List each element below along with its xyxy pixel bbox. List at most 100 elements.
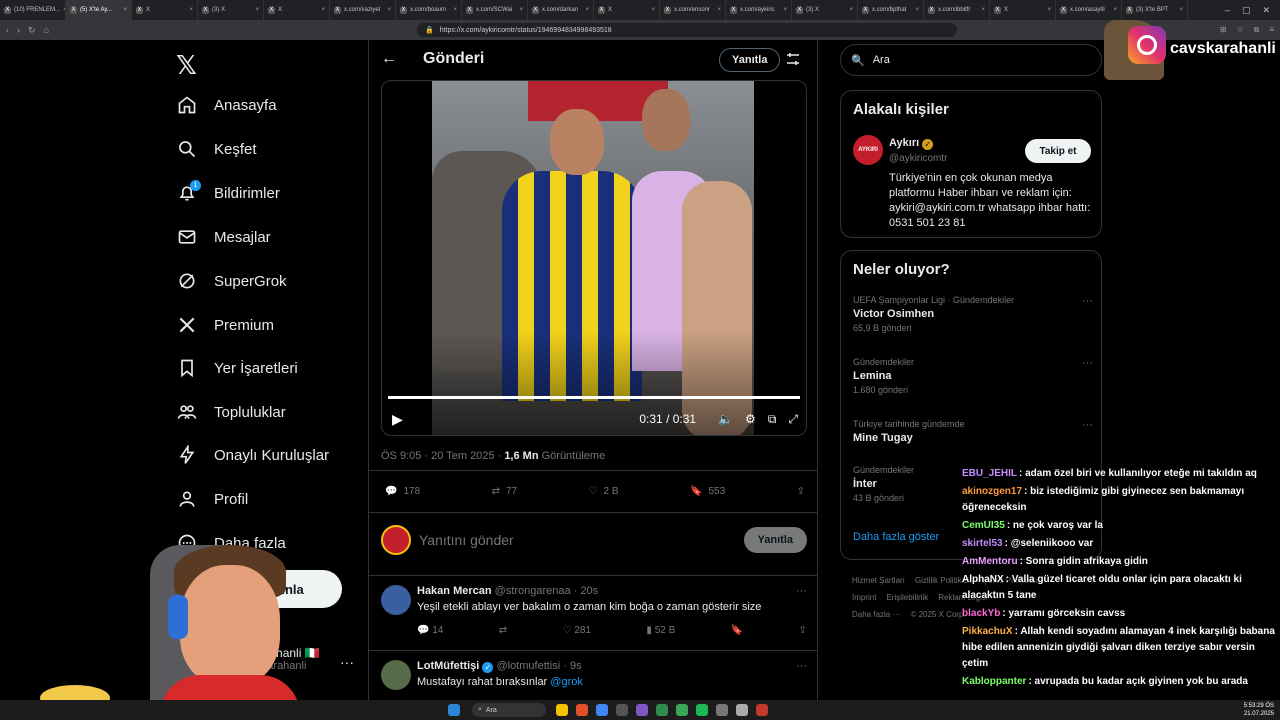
browser-tab[interactable]: X X × [264, 0, 330, 20]
related-name[interactable]: Aykırı ✓ [889, 137, 934, 150]
close-icon[interactable]: × [1179, 7, 1183, 13]
video-progress-bar[interactable] [388, 396, 800, 399]
windows-start-icon[interactable] [448, 704, 460, 716]
close-icon[interactable]: × [321, 7, 325, 13]
volume-icon[interactable]: 🔈 [718, 412, 733, 426]
close-icon[interactable]: × [1113, 7, 1117, 13]
sidebar-item[interactable]: Onaylı Kuruluşlar [176, 440, 329, 470]
footer-link[interactable]: © 2025 X Corp. [910, 610, 965, 619]
browser-tab[interactable]: Xx.com/SCWai × [462, 0, 528, 20]
picture-in-picture-icon[interactable]: ⧉ [768, 412, 777, 427]
reply-author-name[interactable]: Hakan Mercan [417, 585, 492, 597]
sidebar-item[interactable]: Topluluklar [176, 397, 286, 427]
browser-tab[interactable]: X (3) X × [792, 0, 858, 20]
trend-item[interactable]: UEFA Şampiyonlar Ligi · Gündemdekiler Vic… [853, 295, 1093, 333]
post-timestamp[interactable]: ÖS 9:05 · 20 Tem 2025 · [381, 450, 504, 462]
x-logo-icon[interactable]: 𝕏 [176, 50, 197, 81]
footer-link[interactable]: Imprint [852, 593, 876, 602]
avatar[interactable] [381, 660, 411, 690]
taskbar-app-icon[interactable] [756, 704, 768, 716]
taskbar-app-icon[interactable] [636, 704, 648, 716]
browser-tab[interactable]: X X × [132, 0, 198, 20]
browser-tab[interactable]: X (3) X'te BPT × [1122, 0, 1188, 20]
share-action[interactable]: ⇪ [797, 486, 805, 497]
taskbar-app-icon[interactable] [616, 704, 628, 716]
close-icon[interactable]: × [717, 7, 721, 13]
browser-tab[interactable]: Xx.com/darkan × [528, 0, 594, 20]
maximize-icon[interactable]: ▢ [1242, 5, 1251, 16]
close-icon[interactable]: ✕ [1262, 5, 1270, 16]
avatar[interactable]: AYKIRI [853, 135, 883, 165]
close-icon[interactable]: × [651, 7, 655, 13]
account-more-icon[interactable]: ··· [340, 654, 354, 670]
browser-tab[interactable]: X (5) X'te Ay... × [66, 0, 132, 20]
mention-link[interactable]: @grok [550, 676, 583, 688]
sidebar-item[interactable]: Mesajlar [176, 222, 271, 252]
sidebar-item[interactable]: SuperGrok [176, 266, 287, 296]
share-action[interactable]: ⇪ [799, 625, 807, 636]
taskbar-app-icon[interactable] [676, 704, 688, 716]
taskbar-app-icon[interactable] [696, 704, 708, 716]
follow-button[interactable]: Takip et [1025, 139, 1091, 163]
gear-icon[interactable]: ⚙ [745, 412, 756, 426]
show-more-link[interactable]: Daha fazla göster [853, 531, 939, 543]
sidebar-item[interactable]: Premium [176, 310, 274, 340]
close-icon[interactable]: × [783, 7, 787, 13]
more-icon[interactable]: ··· [1082, 357, 1093, 369]
forward-arrow-icon[interactable]: › [17, 25, 20, 35]
browser-tab[interactable]: X X × [594, 0, 660, 20]
reply-submit-button[interactable]: Yanıtla [743, 527, 807, 553]
taskbar-app-icon[interactable] [736, 704, 748, 716]
more-icon[interactable]: ··· [796, 585, 807, 597]
footer-link[interactable]: Hizmet Şartları [852, 576, 905, 585]
browser-tab[interactable]: Xx.com/ensonr × [660, 0, 726, 20]
video-player[interactable]: ▶ 0:31 / 0:31 🔈 ⚙ ⧉ ⤢ [381, 80, 807, 436]
close-icon[interactable]: × [387, 7, 391, 13]
back-arrow-icon[interactable]: ‹ [6, 25, 9, 35]
reload-icon[interactable]: ↻ [28, 25, 36, 36]
reply-header-button[interactable]: Yanıtla [719, 48, 781, 72]
browser-tab[interactable]: Xx.com/boaum × [396, 0, 462, 20]
fullscreen-icon[interactable]: ⤢ [788, 412, 798, 427]
footer-link[interactable]: Erişilebilirlik [886, 593, 928, 602]
more-icon[interactable]: ··· [1082, 419, 1093, 431]
reply-action[interactable]: 💬 14 [417, 625, 443, 636]
browser-tab[interactable]: Xx.com/ibbitfr × [924, 0, 990, 20]
close-icon[interactable]: × [585, 7, 589, 13]
like-action[interactable]: ♡ 2 B [589, 486, 619, 497]
repost-action[interactable]: ⇄ 77 [492, 486, 518, 497]
taskbar-app-icon[interactable] [556, 704, 568, 716]
trend-item[interactable]: Gündemdekiler Lemina 1.680 gönderi ··· [853, 357, 1093, 395]
taskbar-app-icon[interactable] [716, 704, 728, 716]
sidebar-item[interactable]: Profil [176, 484, 248, 514]
home-icon[interactable]: ⌂ [44, 25, 49, 35]
back-arrow-icon[interactable]: ← [381, 50, 397, 68]
play-icon[interactable]: ▶ [392, 411, 403, 428]
avatar[interactable] [381, 585, 411, 615]
minimize-icon[interactable]: – [1225, 5, 1230, 16]
trend-item[interactable]: Türkiye tarihinde gündemde Mine Tugay ··· [853, 419, 1093, 444]
browser-tab[interactable]: Xx.com/bpthat × [858, 0, 924, 20]
close-icon[interactable]: × [453, 7, 457, 13]
search-input[interactable]: 🔍 Ara [840, 44, 1102, 76]
sidebar-item[interactable]: Yer İşaretleri [176, 353, 298, 383]
reply-author-name[interactable]: LotMüfettişi [417, 660, 479, 672]
browser-tab[interactable]: Xx.com/aykiric × [726, 0, 792, 20]
bookmark-action[interactable]: 🔖 553 [690, 486, 725, 497]
sidebar-item[interactable]: Keşfet [176, 134, 257, 164]
taskbar-clock[interactable]: 5:53:29 ÖS 21.07.2025 [1244, 702, 1274, 718]
like-action[interactable]: ♡ 281 [563, 625, 591, 636]
taskbar-app-icon[interactable] [576, 704, 588, 716]
footer-link[interactable]: Daha fazla ··· [852, 610, 900, 619]
reply-action[interactable]: 💬 178 [385, 486, 420, 497]
browser-tab[interactable]: Xx.com/vaziyet × [330, 0, 396, 20]
taskbar-app-icon[interactable] [656, 704, 668, 716]
url-field[interactable]: 🔒 https://x.com/aykiricomtr/status/19469… [416, 23, 957, 37]
browser-tab[interactable]: X X × [990, 0, 1056, 20]
more-icon[interactable]: ··· [1082, 295, 1093, 307]
taskbar-app-icon[interactable] [596, 704, 608, 716]
close-icon[interactable]: × [981, 7, 985, 13]
browser-tab[interactable]: X (3) X × [198, 0, 264, 20]
close-icon[interactable]: × [255, 7, 259, 13]
close-icon[interactable]: × [189, 7, 193, 13]
